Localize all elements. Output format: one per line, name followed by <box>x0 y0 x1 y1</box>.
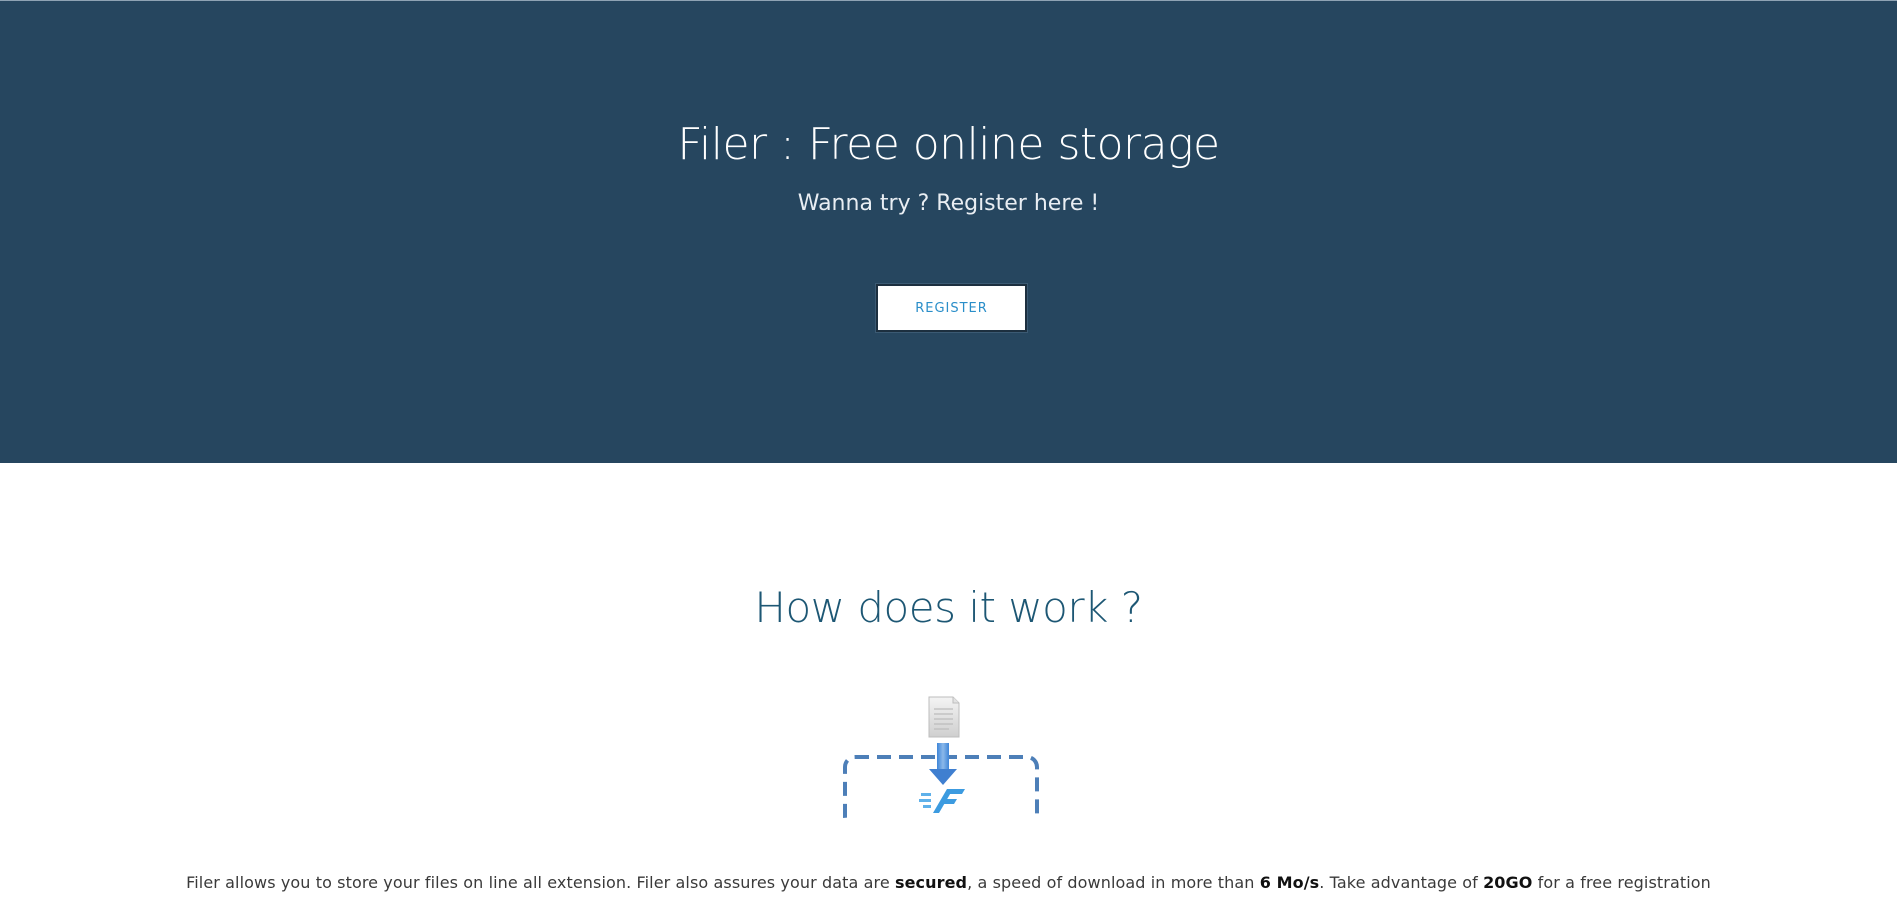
how-it-works-section: How does it work ? Filer allows you to s… <box>0 463 1897 903</box>
description-highlight-storage: 20GO <box>1483 873 1533 892</box>
hero-title: Filer : Free online storage <box>677 119 1220 170</box>
description-text-2: , a speed of download in more than <box>967 873 1260 892</box>
description-text-4: for a free registration <box>1532 873 1711 892</box>
download-arrow-icon <box>929 743 957 785</box>
description-highlight-secured: secured <box>894 873 968 892</box>
feature-description: Filer allows you to store your files on … <box>0 873 1897 892</box>
hero-subtitle: Wanna try ? Register here ! <box>797 191 1100 216</box>
hero-banner: Filer : Free online storage Wanna try ? … <box>0 1 1897 463</box>
description-highlight-speed: 6 Mo/s <box>1259 873 1320 892</box>
upload-illustration <box>843 689 1043 829</box>
register-button[interactable]: REGISTER <box>876 284 1027 332</box>
filer-logo-icon <box>919 789 965 813</box>
upload-illustration-graphic <box>843 696 1039 829</box>
description-text-1: Filer allows you to store your files on … <box>186 873 895 892</box>
description-text-3: . Take advantage of <box>1319 873 1484 892</box>
section-title: How does it work ? <box>754 583 1143 632</box>
file-icon <box>928 696 960 738</box>
